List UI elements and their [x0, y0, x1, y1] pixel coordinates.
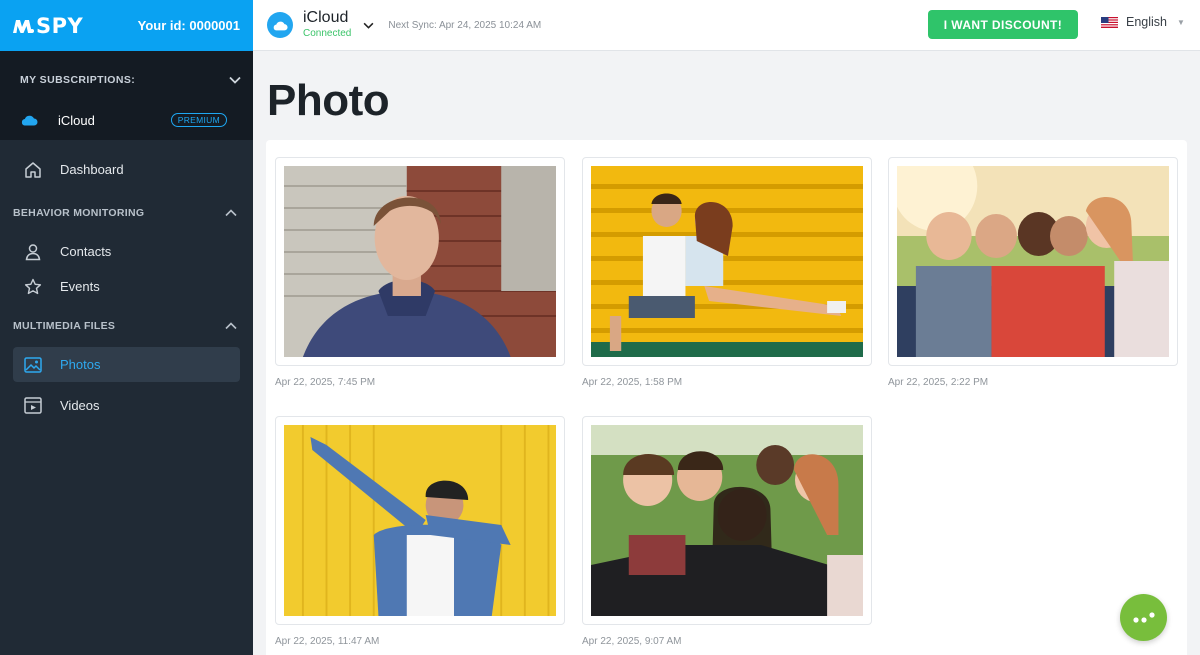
- connection-status: Connected: [303, 28, 352, 39]
- subscriptions-heading: MY SUBSCRIPTIONS:: [20, 73, 136, 86]
- page-title: Photo: [267, 76, 390, 125]
- sidebar-item-dashboard[interactable]: Dashboard: [13, 152, 240, 187]
- cloud-icon: [20, 114, 38, 126]
- top-bar: iCloud Connected Next Sync: Apr 24, 2025…: [253, 0, 1200, 51]
- mspy-logo[interactable]: SPY: [12, 14, 83, 38]
- photo-thumbnail[interactable]: [284, 166, 556, 357]
- section-multimedia-files[interactable]: MULTIMEDIA FILES: [0, 304, 253, 347]
- language-selector[interactable]: English ▼: [1101, 15, 1185, 29]
- photo-card[interactable]: Apr 22, 2025, 9:07 AM: [582, 416, 872, 647]
- photo-thumbnail[interactable]: [897, 166, 1169, 357]
- section-heading: BEHAVIOR MONITORING: [13, 206, 145, 219]
- photo-date: Apr 22, 2025, 1:58 PM: [582, 377, 683, 388]
- photo-frame: [888, 157, 1178, 366]
- chevron-down-icon: [229, 76, 241, 84]
- sidebar-item-label: Contacts: [60, 244, 112, 259]
- logo-text: SPY: [36, 13, 84, 38]
- sidebar-item-contacts[interactable]: Contacts: [13, 234, 240, 269]
- photo-frame: [275, 416, 565, 625]
- photo-date: Apr 22, 2025, 11:47 AM: [275, 636, 380, 647]
- brand-bar: SPY Your id: 0000001: [0, 0, 253, 51]
- star-icon: [23, 278, 43, 296]
- premium-badge: PREMIUM: [170, 113, 227, 127]
- user-id: Your id: 0000001: [137, 18, 240, 33]
- photo-date: Apr 22, 2025, 7:45 PM: [275, 377, 376, 388]
- sidebar-item-label: Photos: [60, 357, 101, 372]
- photo-thumbnail[interactable]: [591, 166, 863, 357]
- photo-thumbnail[interactable]: [284, 425, 556, 616]
- photo-card[interactable]: Apr 22, 2025, 2:22 PM: [888, 157, 1178, 388]
- photo-frame: [582, 416, 872, 625]
- subscriptions-header[interactable]: MY SUBSCRIPTIONS:: [20, 51, 241, 106]
- sidebar: SPY Your id: 0000001 MY SUBSCRIPTIONS: i…: [0, 0, 253, 655]
- language-label: English: [1126, 15, 1167, 29]
- sidebar-item-events[interactable]: Events: [13, 269, 240, 304]
- photo-gallery: Apr 22, 2025, 7:45 PM Apr 22, 2025, 1:58…: [266, 140, 1187, 655]
- discount-button[interactable]: I WANT DISCOUNT!: [928, 10, 1078, 39]
- photo-thumbnail[interactable]: [591, 425, 863, 616]
- sidebar-item-photos[interactable]: Photos: [13, 347, 240, 382]
- chat-support-button[interactable]: [1120, 594, 1167, 641]
- sidebar-nav: Dashboard BEHAVIOR MONITORING Contacts E…: [0, 140, 253, 423]
- chevron-down-icon[interactable]: [363, 22, 374, 29]
- subscription-item-icloud[interactable]: iCloud PREMIUM: [20, 106, 241, 134]
- video-icon: [23, 397, 43, 414]
- us-flag-icon: [1101, 16, 1118, 28]
- caret-down-icon: ▼: [1177, 17, 1185, 27]
- photo-card[interactable]: Apr 22, 2025, 11:47 AM: [275, 416, 565, 647]
- photo-date: Apr 22, 2025, 9:07 AM: [582, 636, 682, 647]
- chevron-up-icon: [225, 208, 237, 216]
- sidebar-item-label: Videos: [60, 398, 100, 413]
- image-icon: [23, 356, 43, 373]
- sidebar-item-label: Dashboard: [60, 162, 124, 177]
- sidebar-item-label: Events: [60, 279, 100, 294]
- subscriptions-panel: MY SUBSCRIPTIONS: iCloud PREMIUM: [0, 51, 253, 140]
- section-behavior-monitoring[interactable]: BEHAVIOR MONITORING: [0, 191, 253, 234]
- photo-frame: [275, 157, 565, 366]
- photo-frame: [582, 157, 872, 366]
- photo-card[interactable]: Apr 22, 2025, 7:45 PM: [275, 157, 565, 388]
- next-sync-text: Next Sync: Apr 24, 2025 10:24 AM: [388, 19, 542, 31]
- logo-m-icon: [13, 19, 34, 33]
- sidebar-item-videos[interactable]: Videos: [13, 388, 240, 423]
- account-selector[interactable]: iCloud Connected: [303, 9, 351, 41]
- section-heading: MULTIMEDIA FILES: [13, 319, 116, 332]
- account-name: iCloud: [303, 9, 349, 26]
- chat-dots-icon: [1132, 611, 1155, 623]
- icloud-account-icon: [267, 12, 293, 38]
- photo-date: Apr 22, 2025, 2:22 PM: [888, 377, 989, 388]
- person-icon: [23, 243, 43, 261]
- home-icon: [23, 161, 43, 179]
- subscription-name: iCloud: [58, 112, 95, 128]
- chevron-up-icon: [225, 321, 237, 329]
- photo-card[interactable]: Apr 22, 2025, 1:58 PM: [582, 157, 872, 388]
